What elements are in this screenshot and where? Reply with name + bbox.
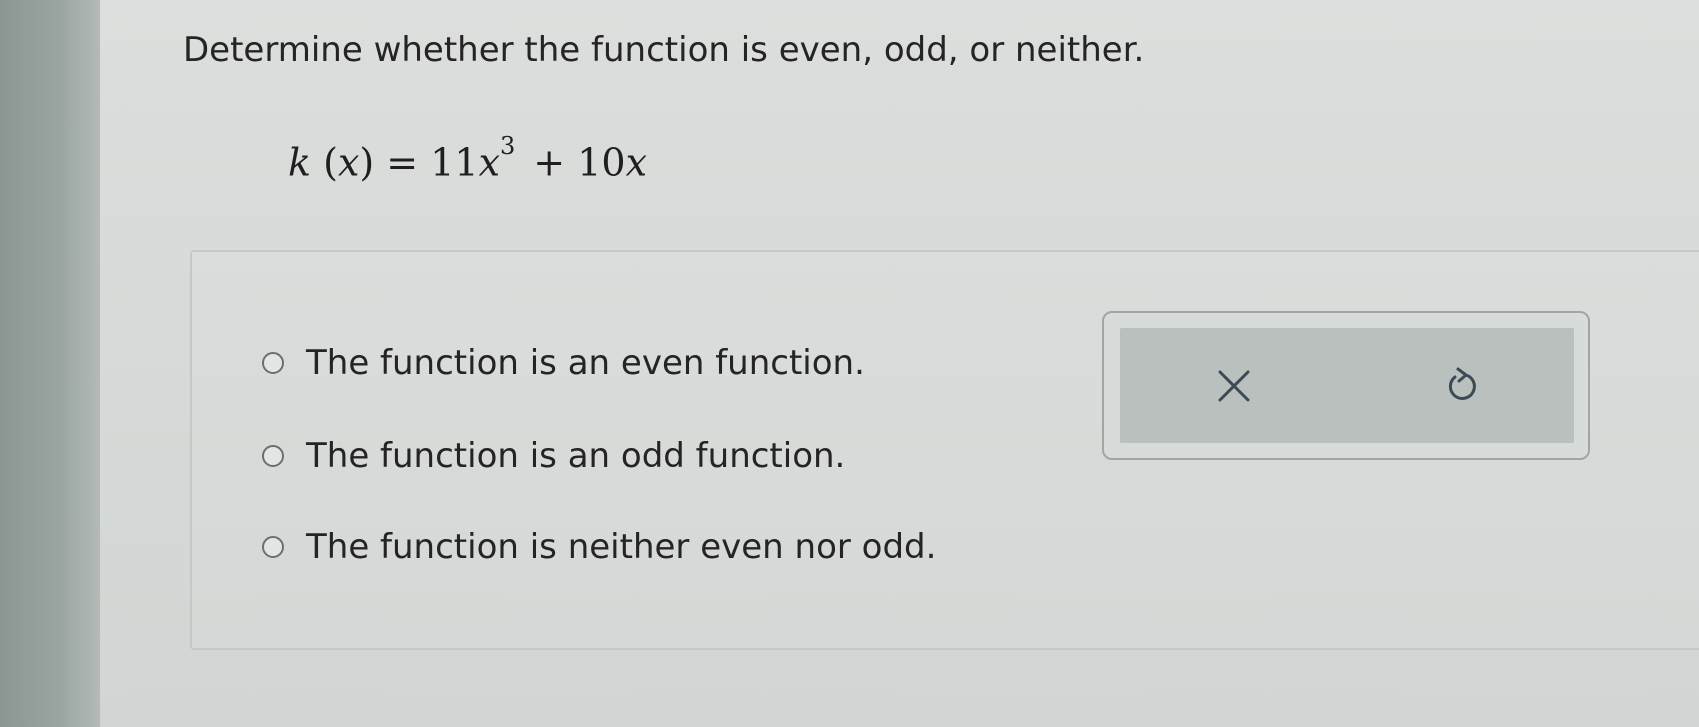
option-odd[interactable]: The function is an odd function.: [262, 434, 845, 478]
tools-bar: [1120, 328, 1574, 443]
radio-button[interactable]: [262, 445, 284, 467]
radio-button[interactable]: [262, 536, 284, 558]
function-equation: k (x) = 11x3 + 10x: [288, 132, 648, 185]
equation-exponent: 3: [500, 132, 516, 160]
reset-button[interactable]: [1421, 346, 1501, 426]
equation-argument: x: [337, 140, 360, 185]
clear-button[interactable]: [1194, 346, 1274, 426]
equation-variable: x: [478, 140, 501, 185]
option-even[interactable]: The function is an even function.: [262, 341, 865, 385]
question-prompt: Determine whether the function is even, …: [183, 30, 1145, 70]
equation-rest: + 10: [533, 140, 626, 185]
answer-tools: [1102, 311, 1590, 460]
equation-function-name: k: [288, 140, 312, 185]
equation-coefficient: 11: [430, 140, 479, 185]
radio-button[interactable]: [262, 352, 284, 374]
close-icon: [1218, 370, 1249, 401]
option-label: The function is an even function.: [306, 343, 865, 383]
option-label: The function is an odd function.: [306, 436, 846, 476]
equation-equals: =: [374, 140, 431, 185]
background-edge: [0, 0, 100, 727]
option-neither[interactable]: The function is neither even nor odd.: [262, 525, 936, 569]
undo-icon: [1448, 367, 1476, 400]
equation-rparen: ): [359, 140, 375, 185]
equation-rest-variable: x: [625, 140, 648, 185]
option-label: The function is neither even nor odd.: [306, 527, 937, 567]
equation-lparen: (: [323, 140, 338, 185]
